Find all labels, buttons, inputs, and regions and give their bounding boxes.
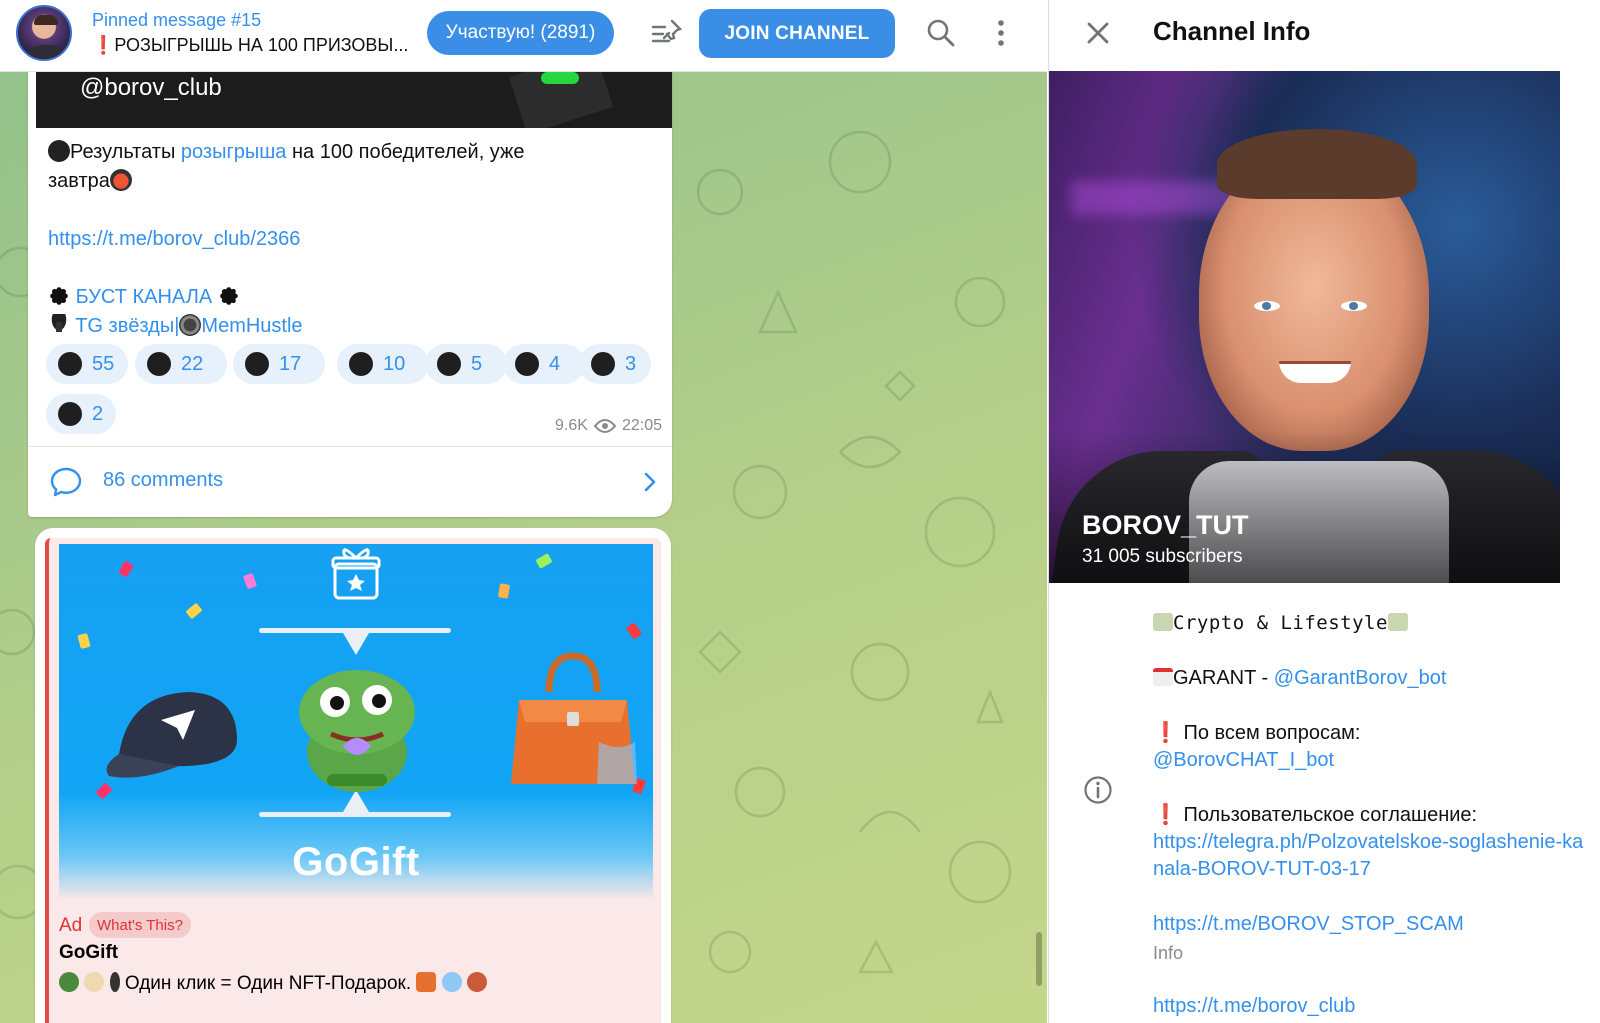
chevron-right-icon	[644, 472, 656, 492]
reaction-moon[interactable]: 3	[579, 344, 651, 384]
pinned-message-text: РОЗЫГРЫШЬ НА 100 ПРИЗОВЫ...	[114, 35, 409, 55]
pinned-message-title: Pinned message #15	[92, 10, 262, 30]
user-agreement-link[interactable]: https://telegra.ph/Polzovatelskoe-soglas…	[1153, 831, 1583, 880]
garant-bot-link[interactable]: @GarantBorov_bot	[1274, 667, 1447, 689]
channel-info-header: Channel Info	[1049, 0, 1600, 70]
view-count: 9.6K	[555, 417, 588, 434]
unicorn-icon	[58, 402, 82, 426]
more-options-icon[interactable]	[990, 16, 1012, 50]
whats-this-button[interactable]: What's This?	[89, 912, 191, 938]
chat-area: Pinned message #15 ❗РОЗЫГРЫШЬ НА 100 ПРИ…	[0, 0, 1047, 1023]
bag-emoji-icon	[416, 972, 437, 992]
ad-card[interactable]: GoGift Ad What's This? GoGift Один клик …	[45, 538, 661, 1023]
post-meta: 9.6K 22:05	[555, 417, 662, 435]
lion-emoji-icon	[466, 972, 487, 992]
channel-tagline: Crypto & Lifestyle	[1173, 612, 1388, 634]
frog-emoji-icon	[59, 972, 79, 992]
tg-stars-link[interactable]: TG звёзды|	[75, 315, 179, 337]
reaction-cat[interactable]: 4	[503, 344, 585, 384]
pepe-nft-image	[299, 670, 415, 792]
pinned-message-bar[interactable]: Pinned message #15 ❗РОЗЫГРЫШЬ НА 100 ПРИ…	[0, 0, 1047, 72]
bottle-emoji-icon	[84, 972, 105, 992]
thumbs-up-icon	[58, 352, 82, 376]
channel-link[interactable]: https://t.me/borov_club	[1153, 995, 1355, 1017]
cap-nft-image	[106, 692, 237, 778]
reaction-mask[interactable]: 22	[135, 344, 227, 384]
bag-nft-image	[511, 652, 637, 784]
giveaway-hashtag-link[interactable]: розыгрыша	[181, 141, 287, 163]
memhustle-link[interactable]: MemHustle	[201, 315, 302, 337]
channel-profile-photo[interactable]: BOROV_TUT 31 005 subscribers	[1049, 71, 1560, 583]
channel-post[interactable]: @borov_club Результаты розыгрыша на 100 …	[28, 52, 672, 517]
badge-icon	[217, 285, 240, 307]
candle-emoji-icon	[109, 972, 120, 992]
exclamation-icon: ❗	[1153, 722, 1178, 744]
search-icon[interactable]	[926, 18, 956, 48]
money-wings-icon	[1387, 613, 1408, 631]
ad-text: Один клик = Один NFT-Подарок.	[59, 972, 487, 995]
comment-bubble-icon	[50, 467, 82, 497]
verified-icon	[245, 352, 269, 376]
reaction-thumbs-up[interactable]: 55	[46, 344, 128, 384]
custom-emoji-icon	[48, 140, 70, 162]
reaction-smile[interactable]: 10	[337, 344, 429, 384]
description-caption: Info	[1153, 943, 1184, 963]
close-icon	[1087, 22, 1109, 44]
channel-description: Crypto & Lifestyle GARANT - @GarantBorov…	[1153, 610, 1593, 1020]
badge-icon	[48, 285, 70, 307]
post-time: 22:05	[621, 417, 662, 434]
support-bot-link[interactable]: @BorovCHAT_I_bot	[1153, 749, 1334, 771]
ad-banner-image[interactable]: GoGift	[59, 544, 653, 900]
boost-channel-link[interactable]: БУСТ КАНАЛА	[76, 286, 213, 308]
calendar-icon	[1153, 668, 1173, 686]
close-button[interactable]	[1083, 18, 1113, 48]
ad-banner-brand: GoGift	[292, 840, 420, 884]
channel-avatar[interactable]	[16, 5, 72, 61]
diamond-emoji-icon	[441, 972, 462, 992]
info-icon	[1084, 776, 1112, 804]
reaction-fire[interactable]: 5	[425, 344, 507, 384]
cat-icon	[515, 352, 539, 376]
channel-name: BOROV_TUT	[1082, 510, 1249, 540]
smile-icon	[349, 352, 373, 376]
pinned-list-icon[interactable]	[650, 18, 684, 48]
ad-label: Ad	[59, 915, 83, 936]
fire-icon	[437, 352, 461, 376]
trophy-icon	[48, 314, 70, 336]
channel-info-panel: Channel Info BOROV_TUT 31 005 subscriber…	[1048, 0, 1600, 1023]
exclamation-icon: ❗	[1153, 804, 1178, 826]
participate-button[interactable]: Участвую! (2891)	[427, 11, 614, 55]
post-link[interactable]: https://t.me/borov_club/2366	[48, 228, 300, 250]
post-media-handle: @borov_club	[80, 74, 222, 101]
channel-info-title: Channel Info	[1153, 16, 1311, 46]
chat-scrollbar[interactable]	[1036, 932, 1042, 986]
stop-scam-link[interactable]: https://t.me/BOROV_STOP_SCAM	[1153, 913, 1464, 935]
comments-count-label: 86 comments	[103, 469, 224, 491]
channel-about-section: Crypto & Lifestyle GARANT - @GarantBorov…	[1049, 600, 1600, 1023]
sponsored-message[interactable]: GoGift Ad What's This? GoGift Один клик …	[35, 528, 671, 1023]
post-text: Результаты розыгрыша на 100 победителей,…	[48, 140, 525, 337]
exclamation-icon: ❗	[92, 35, 115, 55]
moon-icon	[591, 352, 615, 376]
reaction-verified[interactable]: 17	[233, 344, 325, 384]
gift-box-icon	[331, 548, 381, 600]
reaction-unicorn[interactable]: 2	[46, 394, 116, 434]
eye-icon	[593, 419, 616, 433]
heart-letter-icon	[109, 169, 132, 191]
mask-icon	[147, 352, 171, 376]
pinned-message-preview[interactable]: Pinned message #15 ❗РОЗЫГРЫШЬ НА 100 ПРИ…	[92, 8, 422, 58]
comments-button[interactable]: 86 comments	[28, 446, 672, 517]
memhustle-icon	[179, 314, 202, 336]
money-wings-icon	[1153, 613, 1173, 631]
ad-title: GoGift	[59, 942, 119, 963]
join-channel-button[interactable]: JOIN CHANNEL	[699, 9, 895, 58]
subscriber-count: 31 005 subscribers	[1082, 546, 1243, 567]
